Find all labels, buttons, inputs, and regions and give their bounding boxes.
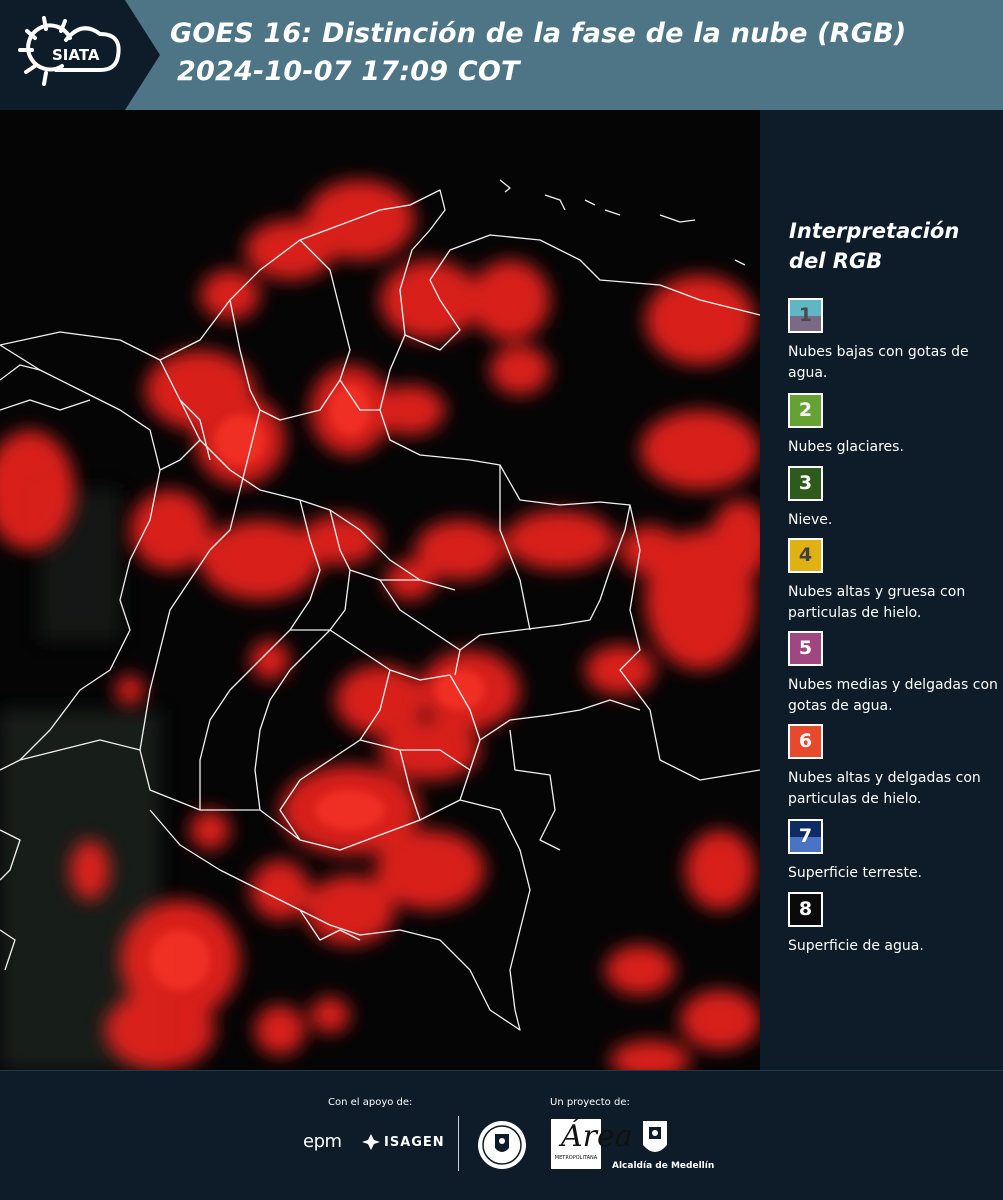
support-label: Con el apoyo de: bbox=[328, 1097, 413, 1108]
header: SIATA GOES 16: Distinción de la fase de … bbox=[0, 0, 1003, 110]
legend-title: Interpretación del RGB bbox=[789, 216, 999, 276]
legend-label-1: Nubes bajas con gotas de agua. bbox=[788, 344, 969, 381]
legend-title-line-2: del RGB bbox=[789, 249, 883, 273]
legend-swatch-2: 2 bbox=[788, 393, 823, 428]
legend-label-7: Superficie terreste. bbox=[788, 865, 923, 881]
legend-item-7: 7 Superficie terreste. bbox=[788, 819, 1000, 884]
legend-label-2: Nubes glaciares. bbox=[788, 439, 904, 455]
satellite-map-image bbox=[0, 110, 760, 1070]
swatch-number: 8 bbox=[798, 898, 813, 920]
legend-item-6: 6 Nubes altas y delgadas con particulas … bbox=[788, 724, 1000, 810]
legend-swatch-5: 5 bbox=[788, 631, 823, 666]
project-label: Un proyecto de: bbox=[550, 1097, 630, 1108]
legend-item-1: 1 Nubes bajas con gotas de agua. bbox=[788, 298, 1000, 384]
legend-panel: Interpretación del RGB 1 Nubes bajas con… bbox=[760, 110, 1003, 1070]
alcaldia-logo-text: Alcaldía de Medellín bbox=[612, 1161, 715, 1171]
seal-icon bbox=[478, 1121, 526, 1169]
swatch-number: 2 bbox=[798, 399, 813, 421]
legend-item-5: 5 Nubes medias y delgadas con gotas de a… bbox=[788, 631, 1000, 717]
legend-item-3: 3 Nieve. bbox=[788, 466, 1000, 531]
legend-label-4: Nubes altas y gruesa con particulas de h… bbox=[788, 584, 966, 621]
area-glyph: Área bbox=[561, 1119, 633, 1154]
alcaldia-shield-icon bbox=[643, 1121, 667, 1152]
swatch-number: 4 bbox=[798, 544, 813, 566]
footer-divider bbox=[458, 1116, 459, 1171]
legend-label-3: Nieve. bbox=[788, 512, 833, 528]
legend-swatch-6: 6 bbox=[788, 724, 823, 759]
legend-swatch-1: 1 bbox=[788, 298, 823, 333]
legend-item-2: 2 Nubes glaciares. bbox=[788, 393, 1000, 458]
legend-title-line-1: Interpretación bbox=[789, 219, 960, 243]
legend-swatch-4: 4 bbox=[788, 538, 823, 573]
swatch-number: 1 bbox=[798, 304, 813, 326]
siata-logo: SIATA bbox=[0, 0, 160, 110]
legend-label-8: Superficie de agua. bbox=[788, 938, 924, 954]
satellite-map bbox=[0, 110, 760, 1070]
legend-item-8: 8 Superficie de agua. bbox=[788, 892, 1000, 957]
swatch-number: 3 bbox=[798, 472, 813, 494]
footer: Con el apoyo de: Un proyecto de: epm ISA… bbox=[0, 1070, 1003, 1200]
swatch-number: 6 bbox=[798, 730, 813, 752]
area-text: METROPOLITANA bbox=[554, 1155, 598, 1161]
isagen-icon bbox=[362, 1134, 380, 1150]
legend-swatch-7: 7 bbox=[788, 819, 823, 854]
legend-swatch-3: 3 bbox=[788, 466, 823, 501]
siata-logo-text: SIATA bbox=[52, 46, 100, 64]
swatch-number: 5 bbox=[798, 637, 813, 659]
isagen-logo: ISAGEN bbox=[384, 1135, 445, 1150]
legend-item-4: 4 Nubes altas y gruesa con particulas de… bbox=[788, 538, 1000, 624]
page-root: SIATA GOES 16: Distinción de la fase de … bbox=[0, 0, 1003, 1200]
page-title: GOES 16: Distinción de la fase de la nub… bbox=[170, 18, 907, 49]
swatch-number: 7 bbox=[798, 825, 813, 847]
legend-label-5: Nubes medias y delgadas con gotas de agu… bbox=[788, 677, 998, 714]
epm-logo: epm bbox=[303, 1131, 342, 1152]
legend-label-6: Nubes altas y delgadas con particulas de… bbox=[788, 770, 981, 807]
legend-swatch-8: 8 bbox=[788, 892, 823, 927]
page-timestamp: 2024-10-07 17:09 COT bbox=[177, 56, 520, 87]
area-metropolitana-logo: Área METROPOLITANA bbox=[551, 1119, 633, 1169]
